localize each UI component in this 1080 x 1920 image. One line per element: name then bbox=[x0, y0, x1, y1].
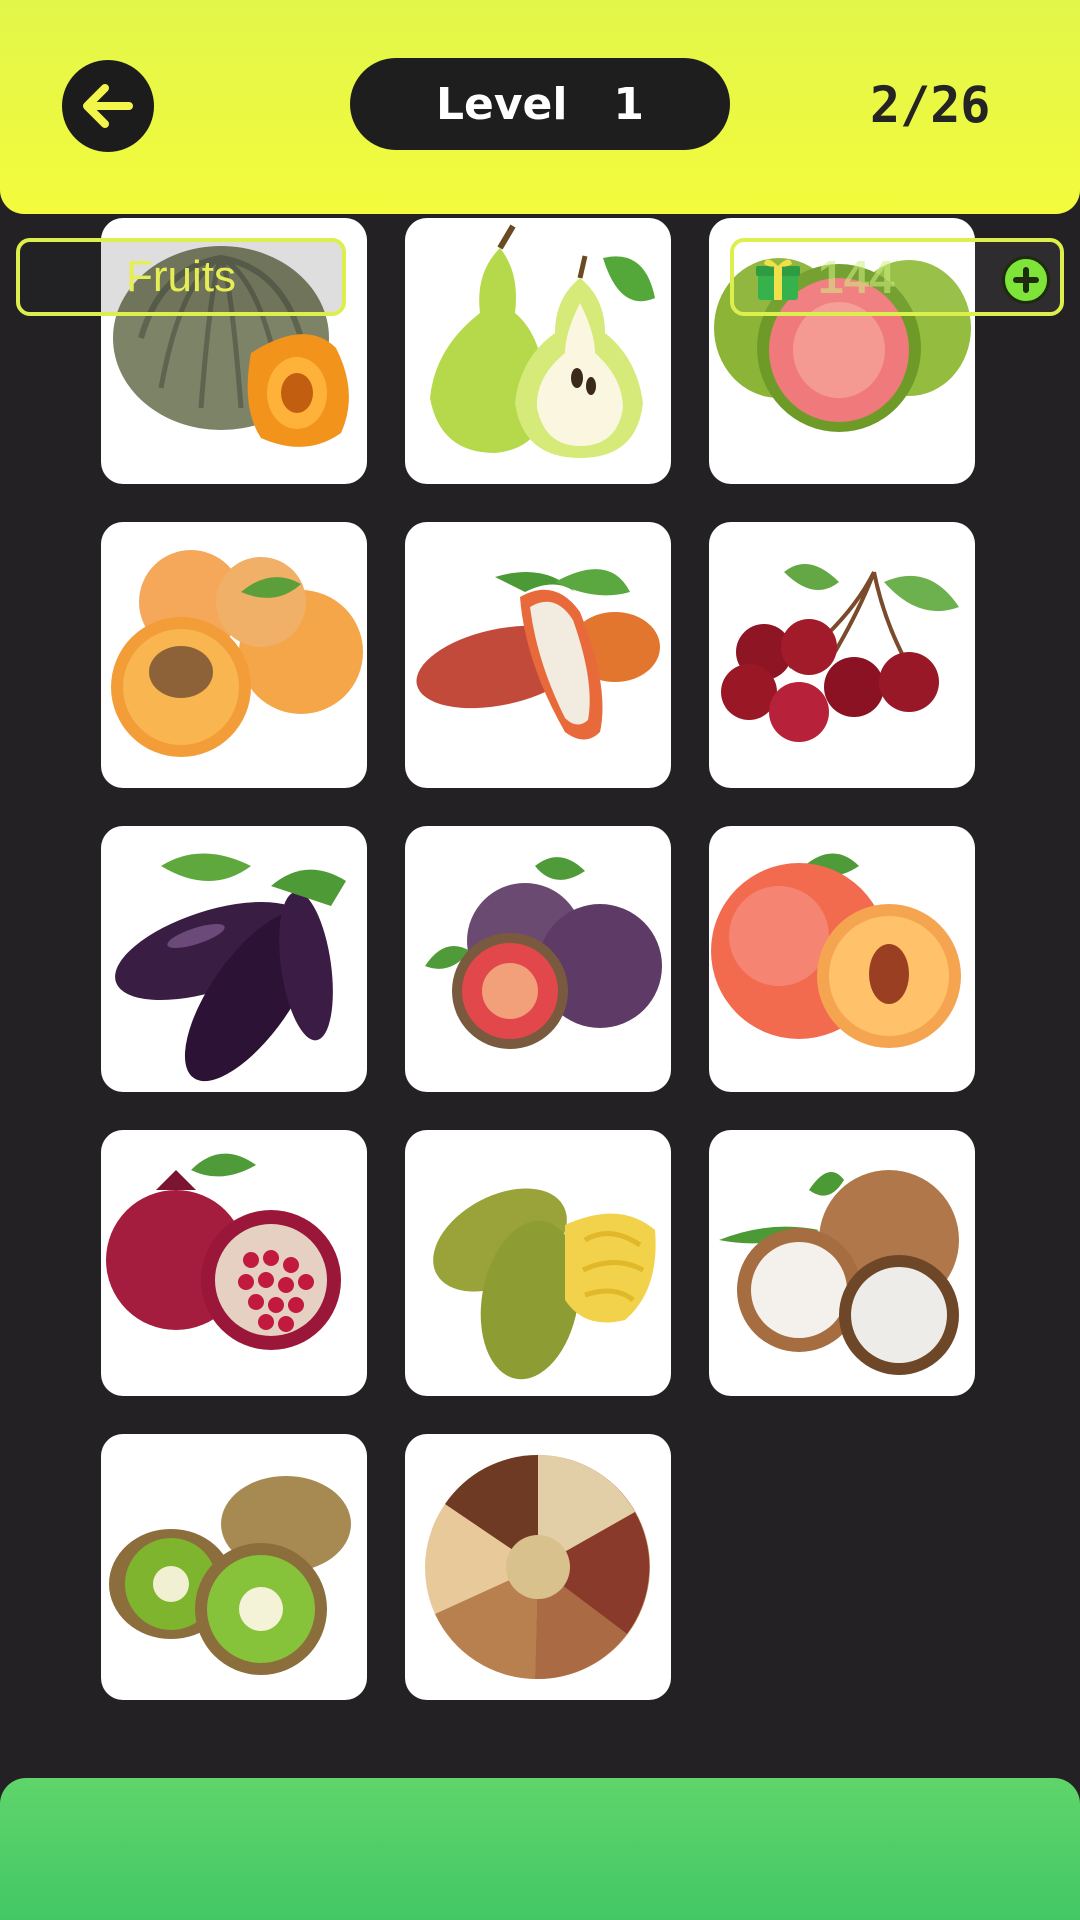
bottom-answer-bar bbox=[0, 1778, 1080, 1920]
tile-apricot[interactable] bbox=[101, 522, 367, 788]
arrow-left-icon bbox=[83, 84, 133, 128]
game-screen: Level 1 2/26 Fruits 144 bbox=[0, 0, 1080, 1920]
tile-kiwi[interactable] bbox=[101, 1434, 367, 1700]
tile-eggplant[interactable] bbox=[101, 826, 367, 1092]
tile-cacao-pod[interactable] bbox=[405, 522, 671, 788]
tile-peach[interactable] bbox=[709, 826, 975, 1092]
pomegranate-image bbox=[106, 1153, 341, 1350]
top-header: Level 1 2/26 bbox=[0, 0, 1080, 214]
cherry-image bbox=[721, 564, 959, 742]
level-indicator: Level 1 bbox=[350, 58, 730, 150]
tile-jackfruit[interactable] bbox=[405, 1130, 671, 1396]
fig-image bbox=[425, 857, 662, 1049]
add-coins-button[interactable] bbox=[1002, 256, 1050, 304]
plus-circle-icon bbox=[1013, 267, 1039, 293]
coins-panel: 144 bbox=[730, 238, 1064, 316]
progress-counter: 2/26 bbox=[870, 76, 991, 134]
eggplant-image bbox=[115, 853, 346, 1082]
coin-count: 144 bbox=[818, 251, 895, 303]
jackfruit-image bbox=[433, 1188, 656, 1380]
back-button[interactable] bbox=[62, 60, 154, 152]
cacao-pod-image bbox=[416, 569, 660, 740]
peach-image bbox=[711, 853, 961, 1048]
tile-mixed-nuts[interactable] bbox=[405, 1434, 671, 1700]
coconut-image bbox=[719, 1170, 959, 1375]
apricot-image bbox=[111, 550, 363, 757]
tile-fig[interactable] bbox=[405, 826, 671, 1092]
pear-image bbox=[430, 224, 655, 458]
kiwi-image bbox=[109, 1476, 351, 1675]
gift-money-icon bbox=[756, 259, 800, 300]
tile-pomegranate[interactable] bbox=[101, 1130, 367, 1396]
level-label: Level bbox=[435, 78, 568, 130]
category-label: Fruits bbox=[16, 238, 346, 316]
mixed-nuts-image bbox=[425, 1454, 650, 1680]
tile-pear[interactable] bbox=[405, 218, 671, 484]
tile-cherry[interactable] bbox=[709, 522, 975, 788]
tile-coconut[interactable] bbox=[709, 1130, 975, 1396]
level-number: 1 bbox=[613, 78, 645, 130]
